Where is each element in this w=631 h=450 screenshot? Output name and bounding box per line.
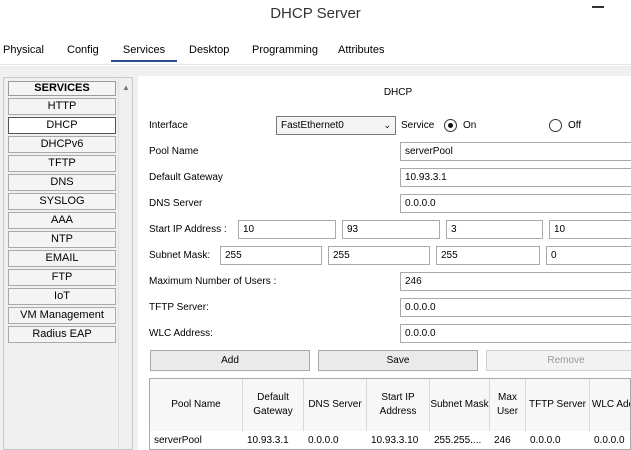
window-title: DHCP Server <box>270 5 361 22</box>
interface-value: FastEthernet0 <box>281 120 344 131</box>
wlc-address-label: WLC Address: <box>149 328 213 339</box>
sidebar-item-email[interactable]: EMAIL <box>8 250 116 267</box>
sidebar-scrollbar[interactable]: ▲ <box>118 79 132 449</box>
sidebar-item-http[interactable]: HTTP <box>8 98 116 115</box>
tab-physical[interactable]: Physical <box>3 44 44 56</box>
subnet-octet-2[interactable]: 255 <box>328 246 430 265</box>
cell-start-ip[interactable]: 10.93.3.10 <box>368 435 430 449</box>
cell-wlc-address[interactable]: 0.0.0.0 <box>591 435 630 449</box>
dns-server-input[interactable]: 0.0.0.0 <box>400 194 631 213</box>
subnet-mask-label: Subnet Mask: <box>149 250 211 261</box>
start-ip-octet-3[interactable]: 3 <box>446 220 543 239</box>
cell-pool-name[interactable]: serverPool <box>151 435 243 449</box>
service-on-radio[interactable] <box>444 119 457 132</box>
tab-services[interactable]: Services <box>111 44 177 62</box>
default-gateway-input[interactable]: 10.93.3.1 <box>400 168 631 187</box>
service-off-radio[interactable] <box>549 119 562 132</box>
start-ip-octet-1[interactable]: 10 <box>238 220 336 239</box>
subnet-octet-1[interactable]: 255 <box>220 246 322 265</box>
sidebar-item-vm-management[interactable]: VM Management <box>8 307 116 324</box>
interface-label: Interface <box>149 120 188 131</box>
start-ip-octet-4[interactable]: 10 <box>549 220 631 239</box>
sidebar-item-aaa[interactable]: AAA <box>8 212 116 229</box>
add-button[interactable]: Add <box>150 350 310 371</box>
max-users-label: Maximum Number of Users : <box>149 276 277 287</box>
cell-dns-server[interactable]: 0.0.0.0 <box>305 435 367 449</box>
wlc-address-input[interactable]: 0.0.0.0 <box>400 324 631 343</box>
sidebar-item-dhcpv6[interactable]: DHCPv6 <box>8 136 116 153</box>
title-bar: DHCP Server <box>0 0 631 30</box>
col-tftp-server[interactable]: TFTP Server <box>526 379 590 431</box>
sidebar-item-iot[interactable]: IoT <box>8 288 116 305</box>
dhcp-panel: DHCP Interface FastEthernet0 ⌄ Service O… <box>138 76 631 450</box>
col-default-gateway[interactable]: Default Gateway <box>243 379 304 431</box>
sidebar-item-syslog[interactable]: SYSLOG <box>8 193 116 210</box>
subnet-octet-4[interactable]: 0 <box>546 246 631 265</box>
cell-tftp-server[interactable]: 0.0.0.0 <box>527 435 590 449</box>
tab-desktop[interactable]: Desktop <box>189 44 229 56</box>
start-ip-octet-2[interactable]: 93 <box>342 220 440 239</box>
pool-name-label: Pool Name <box>149 146 199 157</box>
scroll-up-icon[interactable]: ▲ <box>122 83 130 92</box>
tab-config[interactable]: Config <box>67 44 99 56</box>
services-sidebar: SERVICES HTTP DHCP DHCPv6 TFTP DNS SYSLO… <box>3 77 133 450</box>
minimize-icon[interactable] <box>592 6 604 8</box>
cell-subnet-mask[interactable]: 255.255.... <box>431 435 490 449</box>
tab-programming[interactable]: Programming <box>252 44 318 56</box>
col-pool-name[interactable]: Pool Name <box>150 379 243 431</box>
tftp-server-label: TFTP Server: <box>149 302 209 313</box>
service-off-label: Off <box>568 120 582 131</box>
chevron-down-icon: ⌄ <box>383 120 391 130</box>
cell-max-user[interactable]: 246 <box>491 435 526 449</box>
sidebar-item-tftp[interactable]: TFTP <box>8 155 116 172</box>
col-dns-server[interactable]: DNS Server <box>304 379 367 431</box>
service-label: Service <box>401 120 435 131</box>
tab-bar: Physical Config Services Desktop Program… <box>0 37 631 65</box>
pool-name-input[interactable]: serverPool <box>400 142 631 161</box>
cell-default-gateway[interactable]: 10.93.3.1 <box>244 435 304 449</box>
save-button[interactable]: Save <box>318 350 478 371</box>
default-gateway-label: Default Gateway <box>149 172 223 183</box>
sidebar-item-ntp[interactable]: NTP <box>8 231 116 248</box>
col-subnet-mask[interactable]: Subnet Mask <box>430 379 490 431</box>
start-ip-label: Start IP Address : <box>149 224 227 235</box>
col-max-user[interactable]: Max User <box>490 379 526 431</box>
sidebar-item-ftp[interactable]: FTP <box>8 269 116 286</box>
pool-table: Pool Name Default Gateway DNS Server Sta… <box>149 378 631 450</box>
sidebar-item-dns[interactable]: DNS <box>8 174 116 191</box>
services-header: SERVICES <box>8 81 116 96</box>
dhcp-title: DHCP <box>383 87 413 98</box>
col-wlc-address[interactable]: WLC Addre <box>590 379 630 431</box>
tftp-server-input[interactable]: 0.0.0.0 <box>400 298 631 317</box>
dns-server-label: DNS Server <box>149 198 203 209</box>
max-users-input[interactable]: 246 <box>400 272 631 291</box>
sidebar-item-dhcp[interactable]: DHCP <box>8 117 116 134</box>
col-start-ip[interactable]: Start IP Address <box>367 379 430 431</box>
tab-attributes[interactable]: Attributes <box>338 44 384 56</box>
service-on-label: On <box>463 120 477 131</box>
subnet-octet-3[interactable]: 255 <box>436 246 540 265</box>
interface-select[interactable]: FastEthernet0 ⌄ <box>276 116 396 135</box>
remove-button[interactable]: Remove <box>486 350 631 371</box>
sidebar-item-radius-eap[interactable]: Radius EAP <box>8 326 116 343</box>
